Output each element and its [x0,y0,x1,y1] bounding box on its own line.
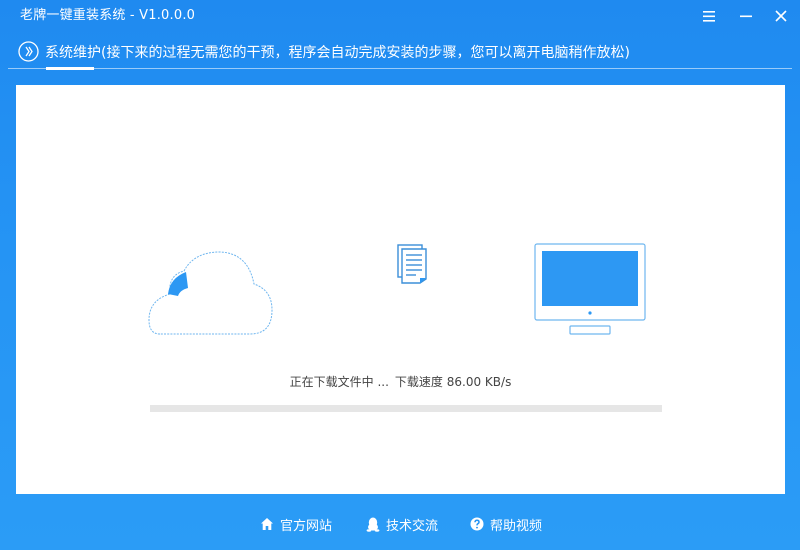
window-title: 老牌一键重装系统 - V1.0.0.0 [20,8,196,23]
qq-penguin-icon [366,517,380,532]
target-computer [534,243,648,337]
document-icon [397,244,427,284]
chevron-right-circle-icon [18,41,39,62]
tech-exchange-link[interactable]: 技术交流 [366,515,439,534]
active-step-underline [46,67,94,70]
menu-icon [703,10,715,22]
minimize-button[interactable] [735,6,757,26]
close-icon [775,10,787,22]
footer: 官方网站 技术交流 帮助视频 [0,508,800,538]
download-progress-bar [150,405,662,412]
cloud-icon [148,251,273,335]
downloading-file [396,243,430,285]
official-site-link[interactable]: 官方网站 [260,515,333,534]
home-icon [261,518,273,530]
speed-label: 下载速度 [394,375,443,389]
install-panel: 正在下载文件中 ... 下载速度 86.00 KB/s [16,85,785,494]
download-status: 正在下载文件中 ... 下载速度 86.00 KB/s [16,374,785,390]
speed-value: 86.00 KB/s [446,375,512,389]
help-video-link[interactable]: 帮助视频 [470,515,543,534]
tech-exchange-label: 技术交流 [386,518,439,534]
title-bar: 老牌一键重装系统 - V1.0.0.0 [0,0,800,34]
help-circle-icon [470,517,484,531]
header-divider [8,68,792,69]
minimize-icon [740,15,752,18]
step-title: 系统维护(接下来的过程无需您的干预，程序会自动完成安装的步骤，您可以离开电脑稍作… [45,45,630,61]
monitor-icon [534,243,646,335]
menu-button[interactable] [698,6,720,26]
step-header: 系统维护(接下来的过程无需您的干预，程序会自动完成安装的步骤，您可以离开电脑稍作… [0,36,800,72]
help-video-label: 帮助视频 [490,518,543,534]
status-text: 正在下载文件中 ... [289,375,389,389]
close-button[interactable] [770,6,792,26]
cloud-source [148,250,274,336]
official-site-label: 官方网站 [280,518,333,534]
